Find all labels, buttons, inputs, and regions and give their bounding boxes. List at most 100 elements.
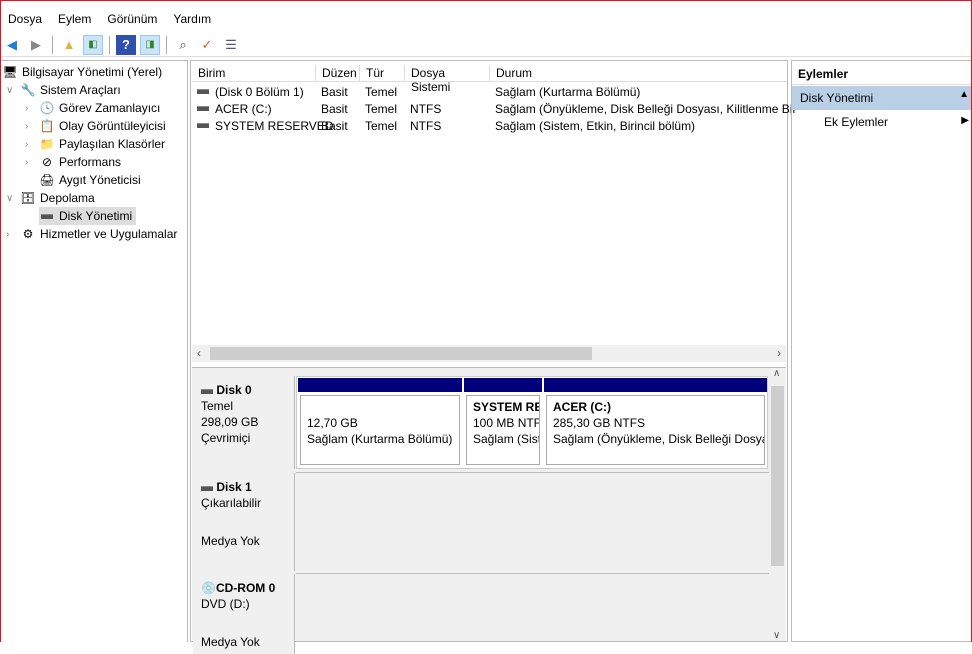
- vertical-scrollbar[interactable]: ∧ ∨: [769, 368, 786, 641]
- clock-icon: 🕓: [39, 101, 55, 115]
- show-hide-tree-icon[interactable]: ◧: [83, 34, 103, 55]
- volume-icon: [197, 123, 209, 128]
- table-cell: Sağlam (Kurtarma Bölümü): [495, 84, 641, 99]
- table-cell: Basit: [321, 118, 348, 133]
- tree-item-system-tools[interactable]: ∨ 🔧 Sistem Araçları: [6, 81, 121, 99]
- table-header: Birim Düzen Tür Dosya Sistemi Durum: [192, 65, 787, 94]
- partition-size: 100 MB NTF: [473, 416, 540, 430]
- forward-icon[interactable]: ▶: [26, 35, 46, 55]
- table-cell: (Disk 0 Bölüm 1): [215, 84, 304, 99]
- toolbar-separator: [109, 35, 110, 54]
- properties-icon[interactable]: ☰: [221, 35, 241, 55]
- scroll-down-icon[interactable]: ∨: [773, 630, 780, 641]
- collapse-icon[interactable]: ▲: [959, 89, 969, 100]
- back-icon[interactable]: ◀: [2, 35, 22, 55]
- table-row[interactable]: (Disk 0 Bölüm 1) Basit Temel Sağlam (Kurtar…: [195, 83, 785, 100]
- help-icon[interactable]: ?: [116, 34, 136, 55]
- table-cell: NTFS: [410, 118, 442, 133]
- actions-section-disk-management[interactable]: Disk Yönetimi ▲: [792, 86, 971, 110]
- partition-size: 12,70 GB: [307, 416, 358, 430]
- partition-system-reserved[interactable]: SYSTEM RES 100 MB NTF Sağlam (Sist: [464, 378, 542, 468]
- scrollbar-thumb[interactable]: [771, 386, 784, 566]
- chevron-right-icon[interactable]: ›: [6, 229, 16, 240]
- column-header-layout[interactable]: Düzen: [316, 65, 360, 81]
- toolbar-separator: [52, 35, 53, 54]
- menu-action[interactable]: Eylem: [50, 9, 99, 31]
- performance-icon: ⊘: [41, 155, 53, 169]
- tree-label: Depolama: [40, 191, 95, 205]
- submenu-arrow-icon: ▶: [961, 115, 969, 126]
- tree-label: Olay Görüntüleyicisi: [59, 119, 166, 133]
- connect-drive-icon[interactable]: ⌕: [173, 35, 193, 55]
- disk-status: Çevrimiçi: [201, 431, 251, 445]
- disk-icon: [201, 486, 213, 491]
- section-label: Disk Yönetimi: [800, 91, 874, 105]
- volume-icon: [197, 89, 209, 94]
- chevron-right-icon[interactable]: ›: [25, 157, 35, 168]
- column-header-volume[interactable]: Birim: [192, 65, 316, 81]
- chevron-right-icon[interactable]: ›: [25, 103, 35, 114]
- menu-bar: Dosya Eylem Görünüm Yardım: [0, 9, 972, 31]
- disk-0-label[interactable]: Disk 0 Temel 298,09 GB Çevrimiçi: [193, 376, 295, 469]
- menu-file[interactable]: Dosya: [0, 9, 50, 31]
- table-cell: Temel: [365, 118, 398, 133]
- tree-label: Performans: [59, 155, 122, 169]
- disk-type: Temel: [201, 399, 234, 413]
- tree-item-device-manager[interactable]: 🖨 Aygıt Yöneticisi: [39, 171, 140, 189]
- tree-item-shared-folders[interactable]: › 📁 Paylaşılan Klasörler: [25, 135, 166, 153]
- chevron-down-icon[interactable]: ∨: [6, 193, 16, 204]
- computer-icon: 🖥: [2, 65, 18, 79]
- tree-label: Paylaşılan Klasörler: [59, 137, 166, 151]
- disk-size: 298,09 GB: [201, 415, 259, 429]
- tree-item-services[interactable]: › ⚙ Hizmetler ve Uygulamalar: [6, 225, 177, 243]
- table-row[interactable]: ACER (C:) Basit Temel NTFS Sağlam (Önyükleme…: [195, 100, 795, 117]
- disk-status: Medya Yok: [201, 635, 260, 649]
- table-cell: Basit: [321, 84, 348, 99]
- tree-label: Görev Zamanlayıcı: [59, 101, 161, 115]
- disk-type: DVD (D:): [201, 597, 250, 611]
- cdrom-0-label[interactable]: 💿CD-ROM 0 DVD (D:) Medya Yok: [193, 574, 295, 654]
- show-hide-action-pane-icon[interactable]: ◨: [140, 34, 160, 55]
- tree-item-performance[interactable]: › ⊘ Performans: [25, 153, 122, 171]
- scroll-left-icon[interactable]: ‹: [197, 346, 201, 360]
- disk-status: Medya Yok: [201, 534, 260, 548]
- volume-list-pane: Birim Düzen Tür Dosya Sistemi Durum (Dis…: [190, 60, 795, 654]
- scrollbar-thumb[interactable]: [210, 347, 592, 360]
- column-header-status[interactable]: Durum: [490, 65, 787, 81]
- action-more-actions[interactable]: Ek Eylemler ▶: [792, 110, 971, 134]
- device-manager-icon: 🖨: [39, 173, 55, 187]
- partition-acer-c[interactable]: ACER (C:) 285,30 GB NTFS Sağlam (Önyükleme…: [544, 378, 767, 468]
- tree-item-task-scheduler[interactable]: › 🕓 Görev Zamanlayıcı: [25, 99, 161, 117]
- menu-view[interactable]: Görünüm: [99, 9, 165, 31]
- scroll-right-icon[interactable]: ›: [777, 346, 781, 360]
- check-icon[interactable]: ✓: [197, 35, 217, 55]
- tree-label: Sistem Araçları: [40, 83, 121, 97]
- volume-icon: [197, 106, 209, 111]
- disk-icon: [39, 208, 55, 224]
- tree-item-storage[interactable]: ∨ 🗄 Depolama: [6, 189, 95, 207]
- chevron-right-icon[interactable]: ›: [25, 139, 35, 150]
- table-cell: Sağlam (Önyükleme, Disk Belleği Dosyası,…: [495, 101, 796, 116]
- disk-graphical-view: Disk 0 Temel 298,09 GB Çevrimiçi 12,70 G…: [192, 367, 786, 654]
- shared-folder-icon: 📁: [39, 137, 55, 151]
- tree-item-disk-management[interactable]: Disk Yönetimi: [39, 207, 137, 225]
- column-header-type[interactable]: Tür: [360, 65, 405, 81]
- toolbar-separator: [166, 35, 167, 54]
- action-label: Ek Eylemler: [824, 115, 889, 129]
- menu-help[interactable]: Yardım: [165, 9, 219, 31]
- disk-name: CD-ROM 0: [215, 581, 276, 595]
- partition-title: SYSTEM RES: [473, 400, 539, 414]
- chevron-down-icon[interactable]: ∨: [6, 85, 16, 96]
- cd-icon: 💿: [201, 581, 216, 595]
- horizontal-scrollbar[interactable]: ‹ ›: [192, 345, 786, 362]
- table-row[interactable]: SYSTEM RESERVED Basit Temel NTFS Sağlam (Sis…: [195, 117, 785, 134]
- disk-1-label[interactable]: Disk 1 Çıkarılabilir Medya Yok: [193, 473, 295, 571]
- tree-item-event-viewer[interactable]: › 📋 Olay Görüntüleyicisi: [25, 117, 166, 135]
- up-folder-icon[interactable]: ▲: [59, 35, 79, 55]
- chevron-right-icon[interactable]: ›: [25, 121, 35, 132]
- scroll-up-icon[interactable]: ∧: [773, 368, 780, 379]
- column-header-filesystem[interactable]: Dosya Sistemi: [405, 65, 490, 94]
- partition-recovery[interactable]: 12,70 GB Sağlam (Kurtarma Bölümü): [298, 378, 462, 468]
- tree-item-root[interactable]: 🖥 Bilgisayar Yönetimi (Yerel): [2, 63, 162, 81]
- partition-size: 285,30 GB NTFS: [553, 416, 646, 430]
